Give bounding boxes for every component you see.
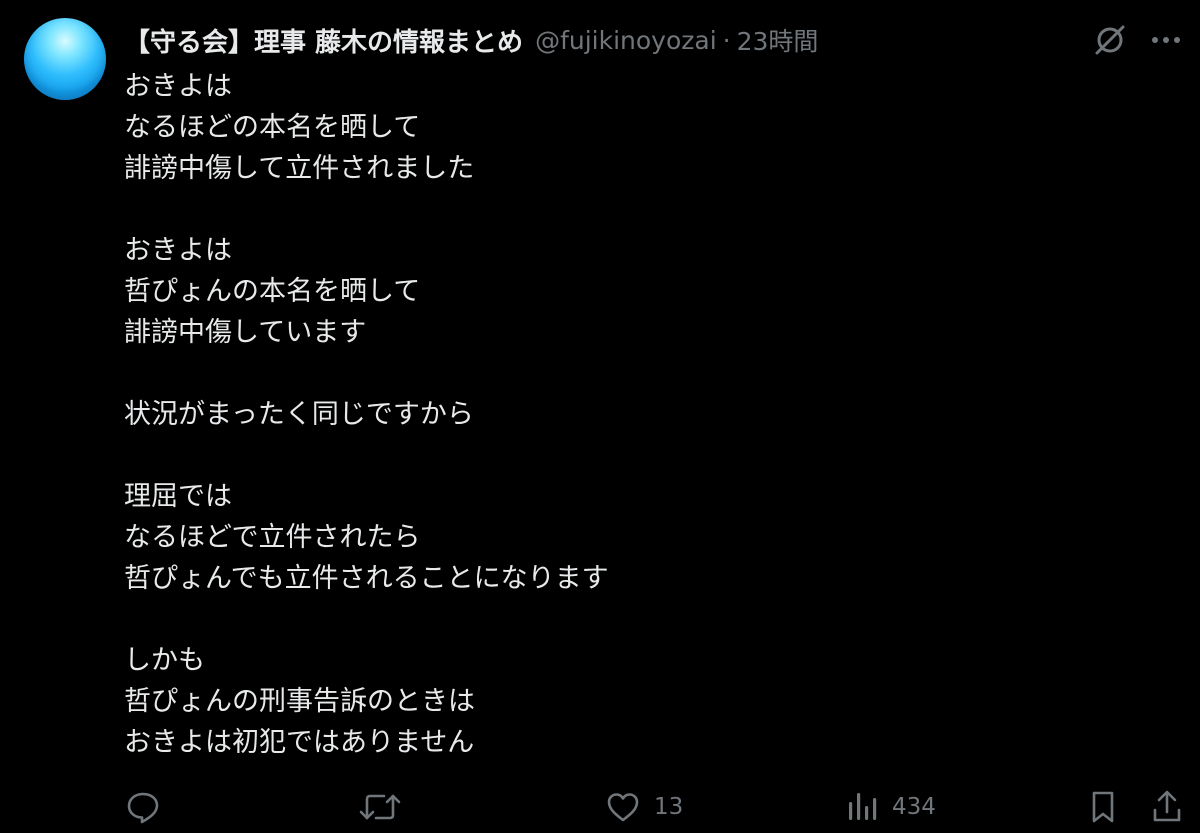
share-button[interactable] xyxy=(1150,786,1184,828)
more-options-icon[interactable] xyxy=(1146,20,1186,60)
retweet-button[interactable] xyxy=(358,786,402,828)
like-count: 13 xyxy=(654,794,684,820)
tweet-line: 理屈では xyxy=(124,481,232,512)
bookmark-icon xyxy=(1092,791,1114,823)
separator-dot: · xyxy=(722,25,731,55)
reply-icon xyxy=(127,792,159,824)
post-time[interactable]: 23時間 xyxy=(737,22,819,58)
avatar[interactable] xyxy=(24,18,106,100)
reply-button[interactable] xyxy=(124,786,162,828)
share-icon xyxy=(1153,790,1181,822)
tweet-text: おきよは なるほどの本名を晒して 誹謗中傷して立件されました おきよは 哲ぴょん… xyxy=(124,66,1164,763)
views-button[interactable]: 434 xyxy=(846,786,936,828)
tweet-line: なるほどの本名を晒して xyxy=(124,112,421,143)
user-handle[interactable]: @fujikinoyozai xyxy=(535,26,717,55)
tweet-line xyxy=(124,435,1164,476)
tweet-line xyxy=(124,189,1164,230)
tweet-line: 誹謗中傷して立件されました xyxy=(124,153,475,184)
bookmark-button[interactable] xyxy=(1086,786,1120,828)
display-name[interactable]: 【守る会】理事 藤木の情報まとめ xyxy=(124,22,523,59)
views-count: 434 xyxy=(892,794,936,820)
tweet-line xyxy=(124,599,1164,640)
tweet-line: 哲ぴょんでも立件されることになります xyxy=(124,563,609,594)
tweet-line: 哲ぴょんの本名を晒して xyxy=(124,276,421,307)
tweet-line: しかも xyxy=(124,645,205,676)
tweet-line: 哲ぴょんの刑事告訴のときは xyxy=(124,686,475,717)
tweet-line: 状況がまったく同じですから xyxy=(124,399,474,430)
tweet-header: 【守る会】理事 藤木の情報まとめ @fujikinoyozai · 23時間 xyxy=(124,22,818,58)
like-button[interactable]: 13 xyxy=(604,786,683,828)
tweet-line: おきよは xyxy=(124,71,232,102)
tweet-line: おきよは初犯ではありません xyxy=(124,727,475,758)
tweet-line: なるほどで立件されたら xyxy=(124,522,421,553)
retweet-icon xyxy=(359,794,401,820)
grok-icon[interactable] xyxy=(1090,20,1130,60)
tweet-line xyxy=(124,353,1164,394)
tweet-line: おきよは xyxy=(124,235,232,266)
views-bar-icon xyxy=(849,793,877,820)
heart-icon xyxy=(607,793,639,822)
tweet-line: 誹謗中傷しています xyxy=(124,317,367,348)
